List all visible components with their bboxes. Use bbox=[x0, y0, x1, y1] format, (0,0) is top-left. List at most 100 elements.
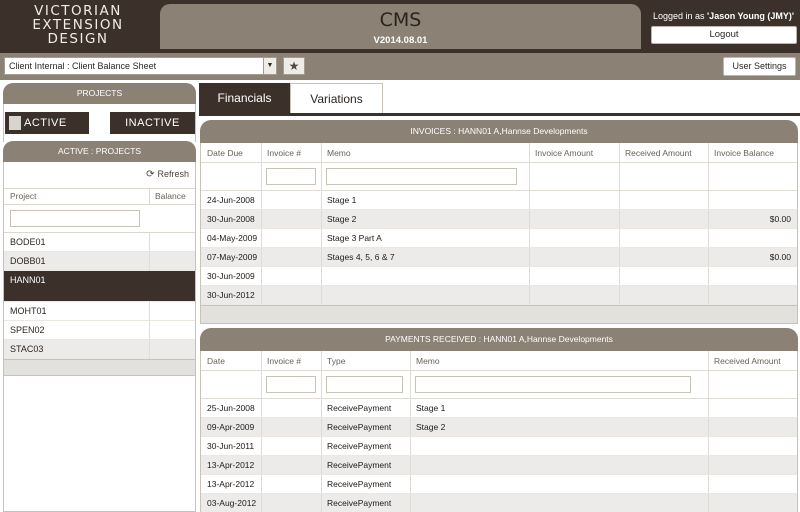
project-filter-input[interactable] bbox=[10, 210, 140, 227]
column-divider bbox=[321, 163, 322, 190]
column-header-date[interactable]: Date bbox=[201, 351, 261, 371]
table-row[interactable]: 30-Jun-2011 ReceivePayment bbox=[201, 437, 797, 456]
project-row[interactable]: MOHT01 bbox=[4, 302, 195, 321]
column-divider bbox=[529, 210, 530, 228]
memo-filter-input[interactable] bbox=[326, 168, 517, 185]
invoice-number-filter-input[interactable] bbox=[266, 376, 316, 393]
column-divider bbox=[261, 248, 262, 266]
payment-date-cell: 03-Aug-2012 bbox=[207, 498, 257, 508]
column-header-invoice-balance[interactable]: Invoice Balance bbox=[708, 143, 797, 163]
column-divider bbox=[529, 191, 530, 209]
column-divider bbox=[410, 456, 411, 474]
table-row[interactable]: 09-Apr-2009 ReceivePayment Stage 2 bbox=[201, 418, 797, 437]
inactive-toggle-button[interactable]: INACTIVE bbox=[110, 112, 195, 134]
payment-type-cell: ReceivePayment bbox=[327, 479, 392, 489]
tab-financials[interactable]: Financials bbox=[199, 83, 290, 113]
favorite-button[interactable]: ★ bbox=[283, 57, 305, 75]
table-row[interactable]: 30-Jun-2008 Stage 2 $0.00 bbox=[201, 210, 797, 229]
invoice-memo-cell: Stages 4, 5, 6 & 7 bbox=[327, 252, 395, 262]
column-divider bbox=[149, 252, 150, 271]
column-header-invoice-number[interactable]: Invoice # bbox=[261, 351, 321, 371]
login-prefix: Logged in as bbox=[653, 11, 708, 21]
column-divider bbox=[708, 418, 709, 436]
column-header-type[interactable]: Type bbox=[321, 351, 410, 371]
column-header-invoice-number[interactable]: Invoice # bbox=[261, 143, 321, 163]
table-row[interactable]: 03-Aug-2012 ReceivePayment bbox=[201, 494, 797, 512]
memo-filter-input[interactable] bbox=[415, 376, 691, 393]
project-code: SPEN02 bbox=[10, 325, 45, 335]
refresh-label: Refresh bbox=[157, 169, 189, 179]
column-divider bbox=[529, 229, 530, 247]
column-divider bbox=[619, 286, 620, 304]
payment-type-cell: ReceivePayment bbox=[327, 441, 392, 451]
column-header-project[interactable]: Project bbox=[10, 189, 36, 204]
project-row[interactable]: SPEN02 bbox=[4, 321, 195, 340]
project-row[interactable]: BODE01 bbox=[4, 233, 195, 252]
invoice-number-filter-input[interactable] bbox=[266, 168, 316, 185]
payment-type-cell: ReceivePayment bbox=[327, 422, 392, 432]
column-divider bbox=[708, 191, 709, 209]
column-header-date-due[interactable]: Date Due bbox=[201, 143, 261, 163]
column-header-received-amount[interactable]: Received Amount bbox=[619, 143, 708, 163]
invoice-balance-cell: $0.00 bbox=[769, 214, 791, 224]
toolbar: Client Internal : Client Balance Sheet ▼… bbox=[0, 53, 800, 80]
column-divider bbox=[261, 229, 262, 247]
column-divider bbox=[708, 399, 709, 417]
table-row[interactable]: 24-Jun-2008 Stage 1 bbox=[201, 191, 797, 210]
column-divider bbox=[708, 286, 709, 304]
project-row[interactable]: STAC03 bbox=[4, 340, 195, 359]
column-divider bbox=[261, 494, 262, 512]
table-row[interactable]: 30-Jun-2012 bbox=[201, 286, 797, 305]
column-header-received-amount[interactable]: Received Amount bbox=[708, 351, 797, 371]
column-divider bbox=[619, 191, 620, 209]
column-divider bbox=[149, 189, 150, 205]
column-divider bbox=[149, 321, 150, 340]
table-row[interactable]: 07-May-2009 Stages 4, 5, 6 & 7 $0.00 bbox=[201, 248, 797, 267]
project-code: HANN01 bbox=[10, 275, 46, 285]
brand-line-2: EXTENSION bbox=[32, 17, 124, 33]
table-row[interactable]: 13-Apr-2012 ReceivePayment bbox=[201, 475, 797, 494]
logout-button[interactable]: Logout bbox=[651, 26, 797, 44]
column-divider bbox=[261, 475, 262, 493]
column-divider bbox=[619, 229, 620, 247]
table-row[interactable]: 04-May-2009 Stage 3 Part A bbox=[201, 229, 797, 248]
app-header: VICTORIAN EXTENSION DESIGN CMS V2014.08.… bbox=[0, 0, 800, 53]
column-divider bbox=[261, 371, 262, 398]
table-row[interactable]: 25-Jun-2008 ReceivePayment Stage 1 bbox=[201, 399, 797, 418]
column-header-invoice-amount[interactable]: Invoice Amount bbox=[529, 143, 619, 163]
column-divider bbox=[410, 494, 411, 512]
table-row[interactable]: 13-Apr-2012 ReceivePayment bbox=[201, 456, 797, 475]
table-row[interactable]: 30-Jun-2009 bbox=[201, 267, 797, 286]
refresh-button[interactable]: ⟳ Refresh bbox=[146, 169, 189, 180]
app-version: V2014.08.01 bbox=[373, 35, 428, 46]
payment-date-cell: 09-Apr-2009 bbox=[207, 422, 255, 432]
tab-variations[interactable]: Variations bbox=[290, 83, 383, 113]
payment-type-cell: ReceivePayment bbox=[327, 498, 392, 508]
payment-date-cell: 30-Jun-2011 bbox=[207, 441, 255, 451]
project-row[interactable]: DOBB01 bbox=[4, 252, 195, 271]
dropdown-arrow-icon[interactable]: ▼ bbox=[263, 58, 276, 74]
user-settings-button[interactable]: User Settings bbox=[723, 57, 796, 76]
column-divider bbox=[410, 371, 411, 398]
column-divider bbox=[149, 302, 150, 321]
column-divider bbox=[261, 267, 262, 285]
column-header-memo[interactable]: Memo bbox=[321, 143, 529, 163]
type-filter-input[interactable] bbox=[326, 376, 403, 393]
active-toggle-button[interactable]: ACTIVE bbox=[5, 112, 89, 134]
project-row-selected[interactable]: HANN01 bbox=[4, 271, 195, 302]
invoices-section: INVOICES : HANN01 A,Hannse Developments … bbox=[200, 120, 798, 324]
invoices-title: INVOICES : HANN01 A,Hannse Developments bbox=[200, 120, 798, 143]
column-divider bbox=[529, 286, 530, 304]
brand-line-3: DESIGN bbox=[47, 31, 109, 47]
column-header-memo[interactable]: Memo bbox=[410, 351, 708, 371]
project-status-toggle: ACTIVE INACTIVE bbox=[3, 104, 196, 142]
report-select[interactable]: Client Internal : Client Balance Sheet ▼ bbox=[4, 57, 277, 75]
invoice-date-cell: 07-May-2009 bbox=[207, 252, 258, 262]
payment-type-cell: ReceivePayment bbox=[327, 403, 392, 413]
column-divider bbox=[149, 340, 150, 359]
refresh-icon: ⟳ bbox=[146, 169, 155, 180]
column-header-balance[interactable]: Balance bbox=[155, 189, 186, 204]
refresh-row: ⟳ Refresh bbox=[3, 162, 196, 188]
report-select-value: Client Internal : Client Balance Sheet bbox=[9, 61, 157, 71]
invoice-memo-cell: Stage 2 bbox=[327, 214, 357, 224]
